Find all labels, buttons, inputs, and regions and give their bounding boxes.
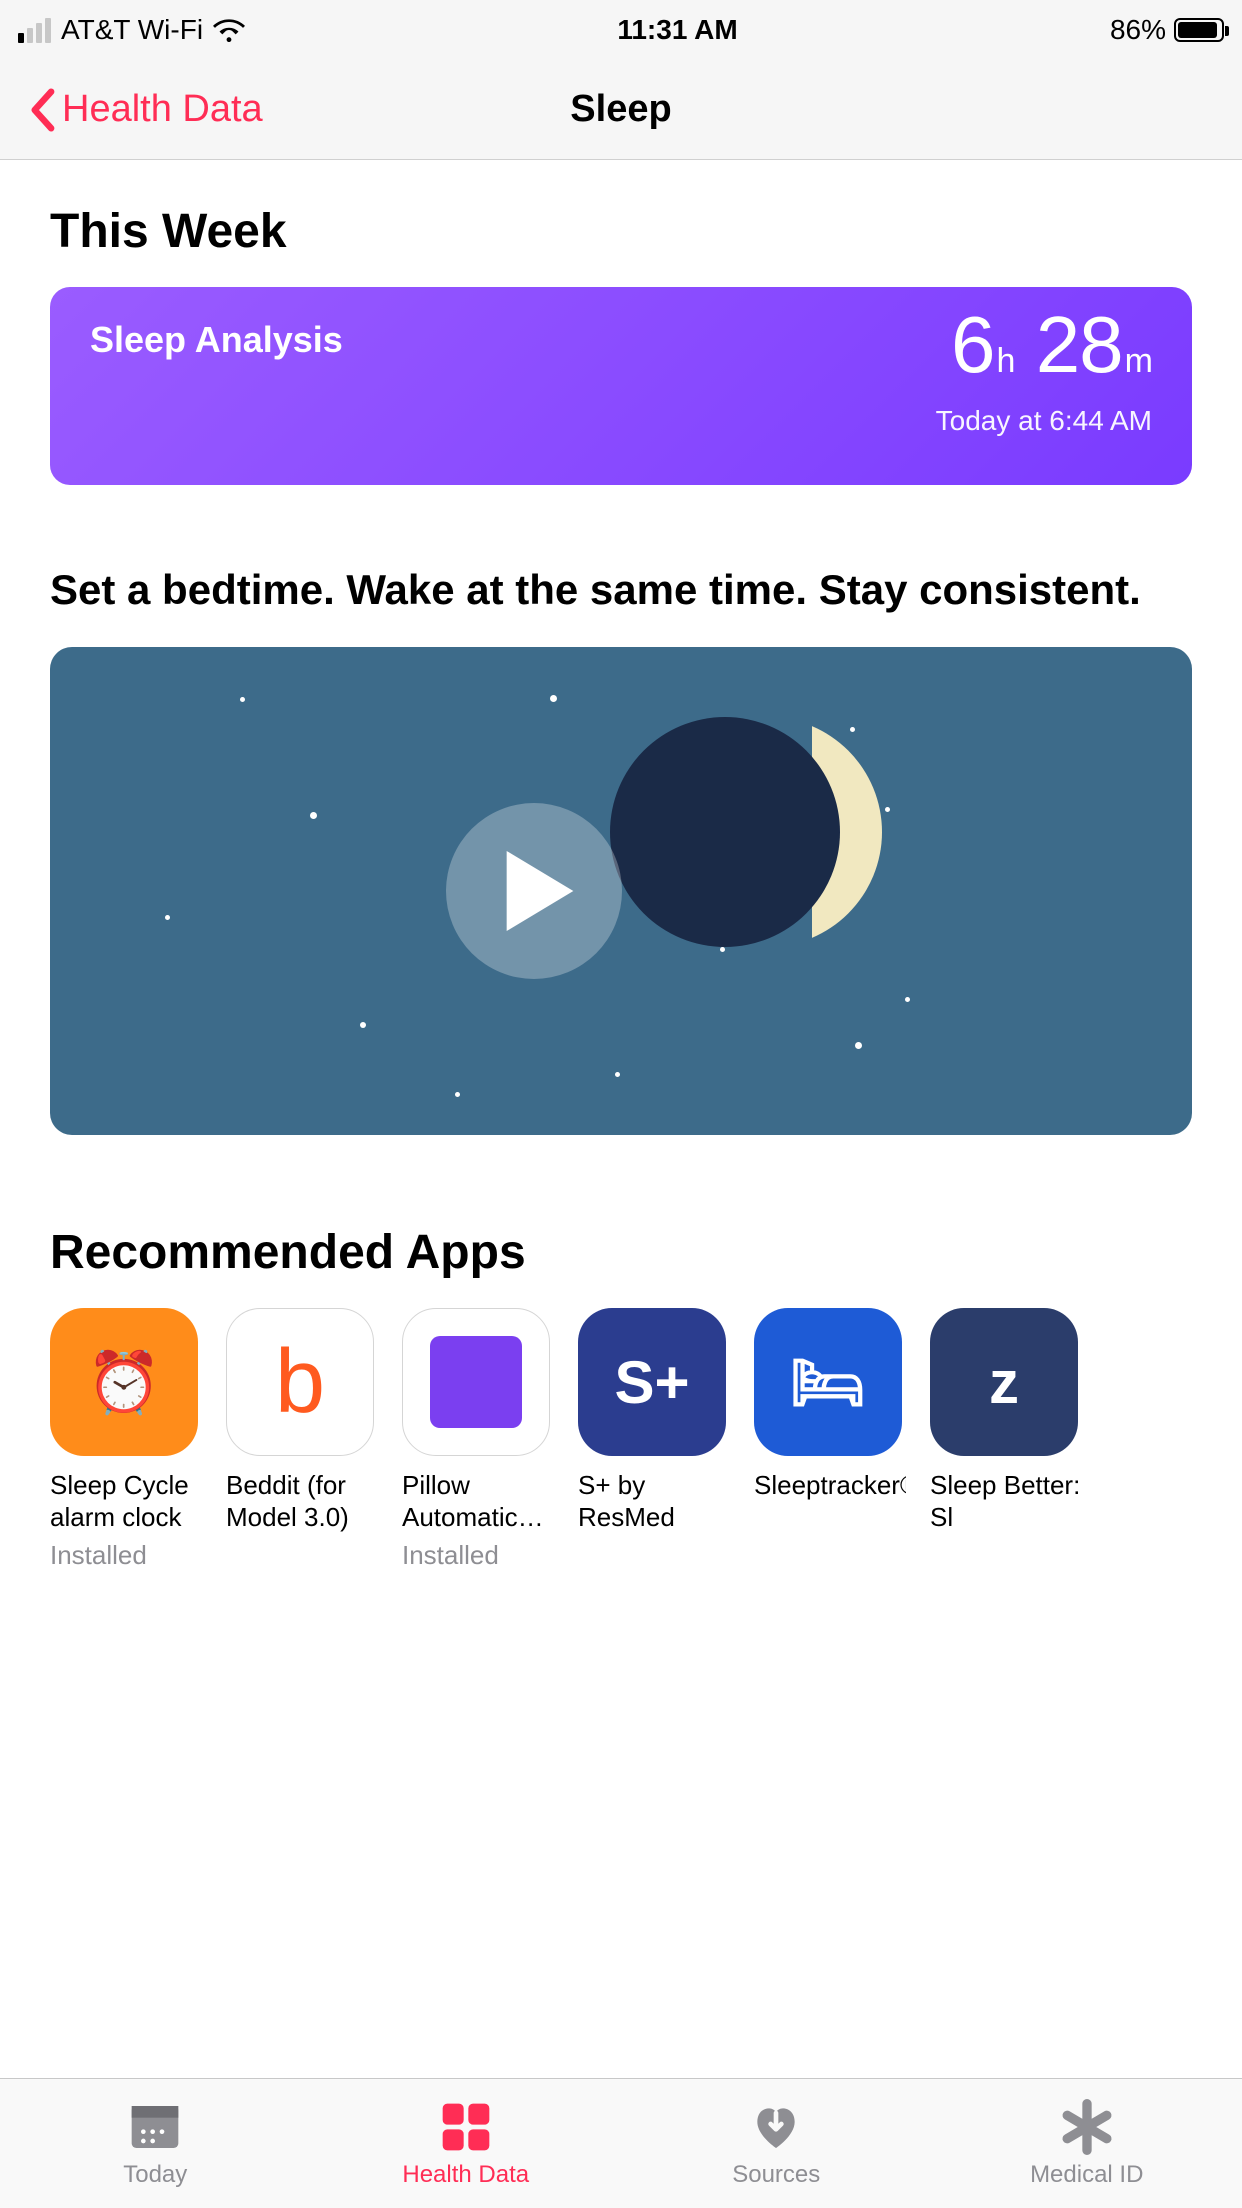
battery-percent: 86% — [1110, 14, 1166, 46]
consistency-heading: Set a bedtime. Wake at the same time. St… — [50, 565, 1192, 615]
tab-bar: Today Health Data Sources Medical ID — [0, 2078, 1242, 2208]
this-week-heading: This Week — [50, 204, 1192, 259]
hours-unit: h — [997, 342, 1015, 380]
app-icon: b — [226, 1308, 374, 1456]
apps-scroller[interactable]: ⏰ Sleep Cycle alarm clock Installed b Beddit… — [50, 1308, 1192, 1571]
sleep-duration: 6h 28m — [936, 305, 1152, 385]
play-icon — [505, 851, 575, 931]
status-left-cluster: AT&T Wi-Fi — [18, 14, 245, 46]
moon-shadow-icon — [610, 717, 840, 947]
minutes-value: 28 — [1036, 300, 1123, 389]
app-icon: ⏰ — [50, 1308, 198, 1456]
app-name-label: Pillow Automatic… — [402, 1470, 554, 1534]
tab-label: Health Data — [402, 2161, 529, 2189]
app-item[interactable]: Pillow Automatic… Installed — [402, 1308, 554, 1571]
heart-down-icon — [748, 2099, 804, 2155]
card-subtitle: Today at 6:44 AM — [936, 405, 1152, 437]
calendar-icon — [127, 2099, 183, 2155]
status-bar: AT&T Wi-Fi 11:31 AM 86% — [0, 0, 1242, 60]
play-button[interactable] — [446, 803, 622, 979]
grid-icon — [438, 2099, 494, 2155]
tab-medical-id[interactable]: Medical ID — [932, 2079, 1242, 2208]
app-status-label: Installed — [402, 1540, 554, 1571]
status-right-cluster: 86% — [1110, 14, 1224, 46]
nav-bar: Health Data Sleep — [0, 60, 1242, 160]
tab-health-data[interactable]: Health Data — [311, 2079, 622, 2208]
tab-today[interactable]: Today — [0, 2079, 311, 2208]
app-status-label: Installed — [50, 1540, 202, 1571]
app-name-label: S+ by ResMed — [578, 1470, 730, 1534]
tab-sources[interactable]: Sources — [621, 2079, 932, 2208]
tab-label: Today — [123, 2161, 187, 2189]
app-item[interactable]: 🛏 Sleeptracker® — [754, 1308, 906, 1571]
app-item[interactable]: z Sleep Better: Sl — [930, 1308, 1082, 1571]
battery-icon — [1174, 18, 1224, 42]
app-item[interactable]: b Beddit (for Model 3.0) — [226, 1308, 378, 1571]
app-name-label: Sleep Cycle alarm clock — [50, 1470, 202, 1534]
back-label: Health Data — [62, 88, 263, 131]
card-value-cluster: 6h 28m Today at 6:44 AM — [936, 305, 1152, 437]
tab-label: Sources — [732, 2161, 820, 2189]
status-time: 11:31 AM — [617, 14, 737, 46]
minutes-unit: m — [1125, 342, 1152, 380]
app-name-label: Beddit (for Model 3.0) — [226, 1470, 378, 1534]
app-item[interactable]: ⏰ Sleep Cycle alarm clock Installed — [50, 1308, 202, 1571]
sleep-analysis-card[interactable]: Sleep Analysis 6h 28m Today at 6:44 AM — [50, 287, 1192, 485]
bedtime-video-card[interactable] — [50, 647, 1192, 1135]
app-icon: 🛏 — [754, 1308, 902, 1456]
asterisk-icon — [1059, 2099, 1115, 2155]
wifi-icon — [213, 18, 245, 42]
hours-value: 6 — [951, 300, 995, 389]
app-icon — [402, 1308, 550, 1456]
app-name-label: Sleep Better: Sl — [930, 1470, 1082, 1534]
app-icon: S+ — [578, 1308, 726, 1456]
carrier-label: AT&T Wi-Fi — [61, 14, 203, 46]
cellular-signal-icon — [18, 18, 51, 43]
recommended-apps-heading: Recommended Apps — [50, 1225, 1192, 1280]
app-item[interactable]: S+ S+ by ResMed — [578, 1308, 730, 1571]
app-icon: z — [930, 1308, 1078, 1456]
app-name-label: Sleeptracker® — [754, 1470, 906, 1534]
tab-label: Medical ID — [1030, 2161, 1143, 2189]
back-button[interactable]: Health Data — [28, 88, 263, 132]
chevron-left-icon — [28, 88, 56, 132]
